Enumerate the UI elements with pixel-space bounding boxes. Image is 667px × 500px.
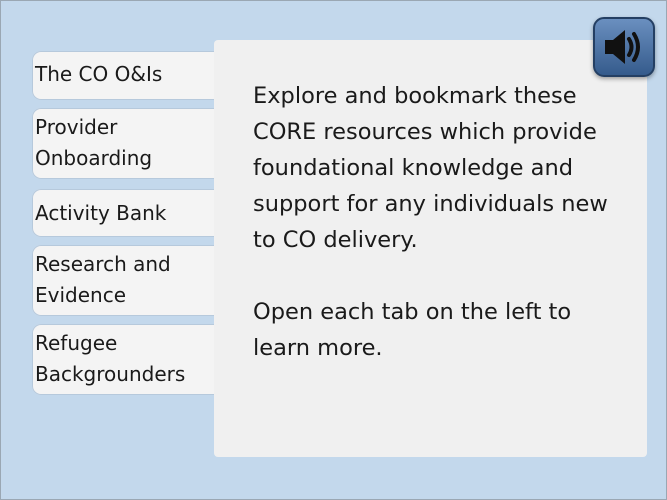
slide-frame: The CO O&Is Provider Onboarding Activity…: [0, 0, 667, 500]
tab-label-line: Refugee: [35, 331, 118, 355]
intro-paragraph: Explore and bookmark these CORE resource…: [253, 83, 608, 253]
instruction-paragraph: Open each tab on the left to learn more.: [253, 299, 572, 361]
audio-button[interactable]: [593, 17, 655, 77]
tab-label-line: Evidence: [35, 283, 127, 307]
tab-label-line: Backgrounders: [35, 362, 186, 386]
tab-label-line: The CO O&Is: [35, 62, 163, 86]
tab-label-line: Activity Bank: [35, 201, 167, 225]
tab-research-and-evidence[interactable]: Research and Evidence: [32, 245, 230, 316]
tab-label-line: Research and: [35, 252, 171, 276]
tab-co-o-and-is[interactable]: The CO O&Is: [32, 51, 230, 100]
tab-provider-onboarding[interactable]: Provider Onboarding: [32, 108, 230, 179]
speaker-volume-icon: [605, 30, 640, 64]
tab-label-line: Onboarding: [35, 146, 153, 170]
content-panel: Explore and bookmark these CORE resource…: [214, 40, 647, 457]
tab-refugee-backgrounders[interactable]: Refugee Backgrounders: [32, 324, 230, 395]
content-text: Explore and bookmark these CORE resource…: [253, 78, 633, 402]
tab-activity-bank[interactable]: Activity Bank: [32, 189, 230, 237]
tab-label-line: Provider: [35, 115, 118, 139]
